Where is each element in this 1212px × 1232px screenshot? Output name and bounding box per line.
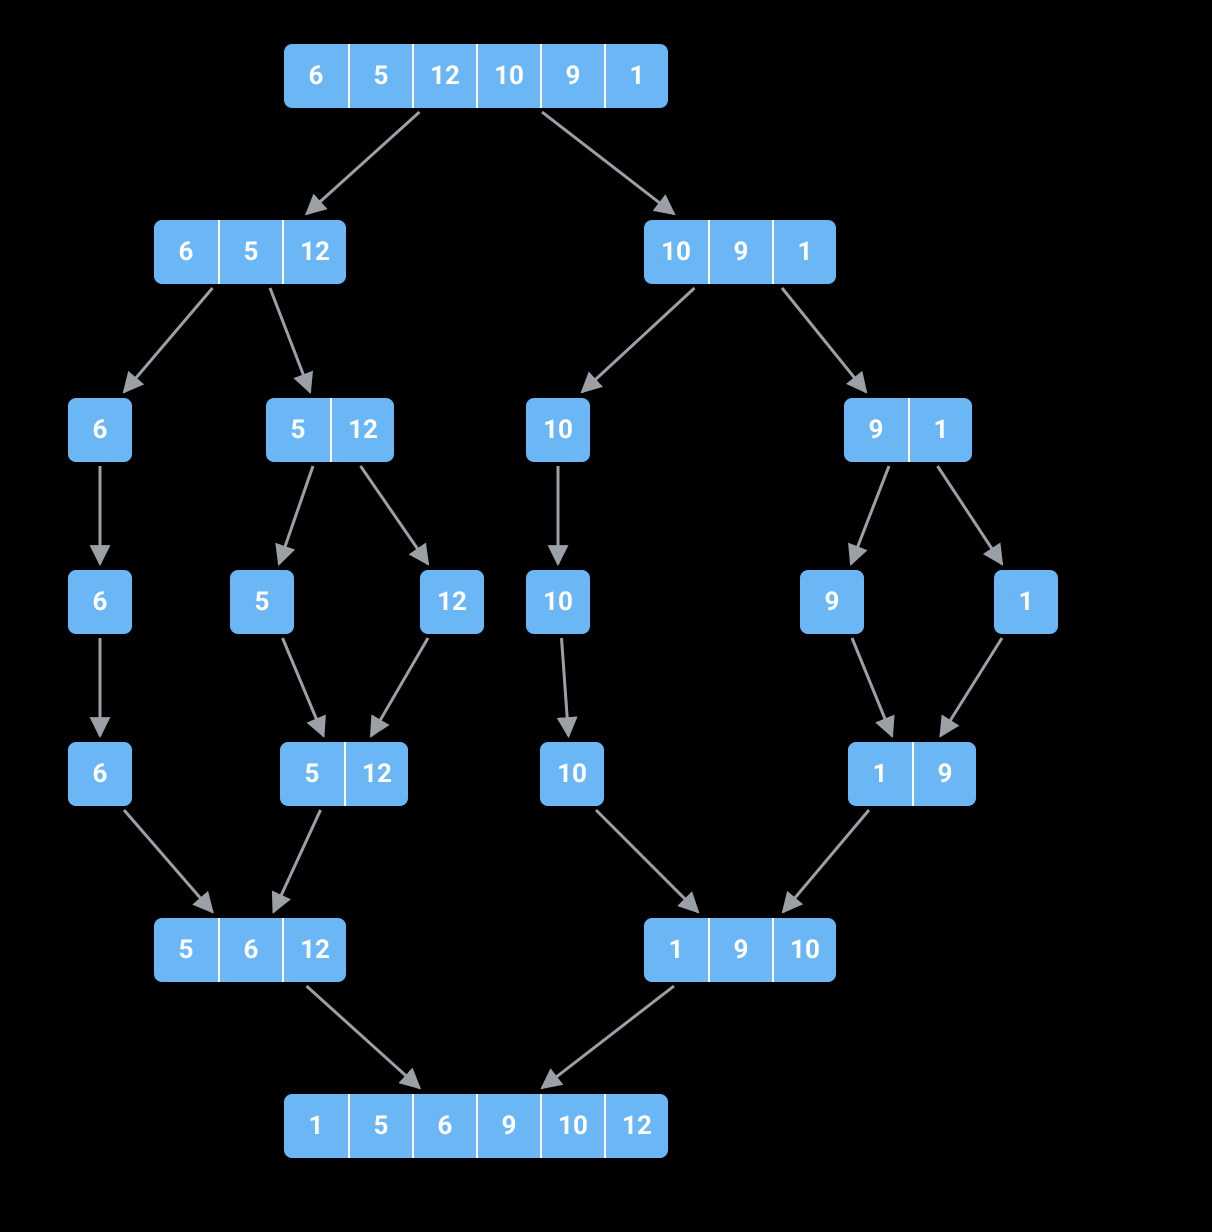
array-node: 91 — [844, 398, 972, 462]
array-cell: 5 — [348, 1094, 412, 1158]
arrow — [124, 810, 213, 912]
arrow — [542, 986, 674, 1088]
arrow — [124, 288, 213, 392]
array-cell: 10 — [540, 742, 604, 806]
array-node: 19 — [848, 742, 976, 806]
array-cell: 12 — [282, 220, 346, 284]
array-cell: 12 — [344, 742, 408, 806]
array-node: 6 — [68, 742, 132, 806]
array-node: 6 — [68, 398, 132, 462]
array-node: 5 — [230, 570, 294, 634]
array-cell: 9 — [800, 570, 864, 634]
array-node: 512 — [266, 398, 394, 462]
arrow — [582, 288, 695, 392]
array-cell: 12 — [604, 1094, 668, 1158]
arrow — [283, 638, 324, 736]
merge-sort-diagram: 6512109165121091651210916512109165121019… — [0, 0, 1212, 1232]
array-node: 512 — [280, 742, 408, 806]
array-cell: 10 — [772, 918, 836, 982]
array-node: 5612 — [154, 918, 346, 982]
array-node: 6 — [68, 570, 132, 634]
array-node: 6512 — [154, 220, 346, 284]
array-cell: 12 — [330, 398, 394, 462]
array-cell: 9 — [844, 398, 908, 462]
arrow — [307, 112, 420, 214]
array-node: 10 — [526, 570, 590, 634]
array-cell: 1 — [908, 398, 972, 462]
array-cell: 10 — [526, 398, 590, 462]
array-cell: 1 — [284, 1094, 348, 1158]
array-cell: 9 — [476, 1094, 540, 1158]
arrow — [307, 986, 420, 1088]
array-node: 10 — [540, 742, 604, 806]
array-cell: 9 — [912, 742, 976, 806]
arrow — [562, 638, 569, 736]
array-cell: 6 — [68, 570, 132, 634]
array-cell: 1 — [848, 742, 912, 806]
array-cell: 5 — [266, 398, 330, 462]
arrow — [542, 112, 674, 214]
array-cell: 10 — [526, 570, 590, 634]
arrow — [783, 810, 869, 912]
array-cell: 6 — [218, 918, 282, 982]
array-cell: 12 — [420, 570, 484, 634]
array-cell: 1 — [994, 570, 1058, 634]
arrow — [938, 466, 1003, 564]
array-node: 9 — [800, 570, 864, 634]
arrow — [782, 288, 866, 392]
arrow — [279, 466, 313, 564]
array-cell: 6 — [68, 398, 132, 462]
array-cell: 6 — [412, 1094, 476, 1158]
array-cell: 6 — [68, 742, 132, 806]
array-cell: 5 — [348, 44, 412, 108]
array-node: 65121091 — [284, 44, 668, 108]
array-cell: 12 — [282, 918, 346, 982]
array-cell: 5 — [230, 570, 294, 634]
arrow — [270, 288, 310, 392]
array-cell: 5 — [280, 742, 344, 806]
array-cell: 10 — [540, 1094, 604, 1158]
array-node: 1910 — [644, 918, 836, 982]
arrow — [361, 466, 429, 564]
array-cell: 5 — [154, 918, 218, 982]
array-node: 12 — [420, 570, 484, 634]
array-node: 1091 — [644, 220, 836, 284]
arrow — [941, 638, 1003, 736]
arrow — [596, 810, 698, 912]
arrow — [371, 638, 428, 736]
array-cell: 10 — [476, 44, 540, 108]
array-node: 15691012 — [284, 1094, 668, 1158]
array-cell: 10 — [644, 220, 708, 284]
arrow — [852, 638, 892, 736]
array-cell: 5 — [218, 220, 282, 284]
arrow — [274, 810, 321, 912]
array-cell: 1 — [644, 918, 708, 982]
array-cell: 1 — [604, 44, 668, 108]
array-node: 10 — [526, 398, 590, 462]
array-cell: 6 — [154, 220, 218, 284]
array-cell: 9 — [708, 918, 772, 982]
array-cell: 6 — [284, 44, 348, 108]
array-cell: 9 — [540, 44, 604, 108]
array-node: 1 — [994, 570, 1058, 634]
array-cell: 1 — [772, 220, 836, 284]
arrow — [851, 466, 889, 564]
array-cell: 9 — [708, 220, 772, 284]
array-cell: 12 — [412, 44, 476, 108]
